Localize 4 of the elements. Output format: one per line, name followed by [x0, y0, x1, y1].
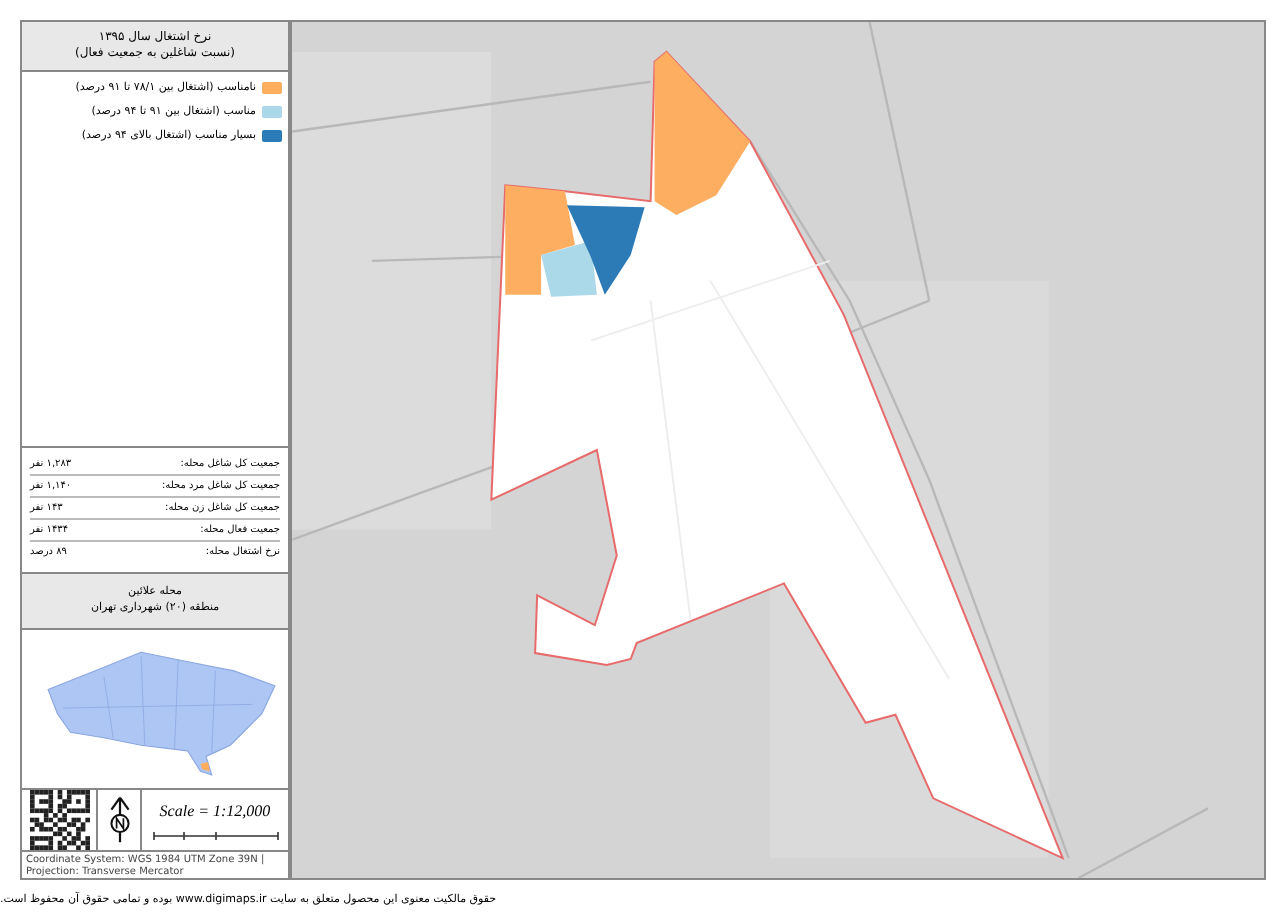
qr-code-icon: [29, 790, 89, 851]
north-arrow-icon: [107, 794, 131, 847]
scale-bar-drawing: [151, 829, 279, 842]
scale-label: Scale = 1:12,000: [159, 799, 271, 824]
